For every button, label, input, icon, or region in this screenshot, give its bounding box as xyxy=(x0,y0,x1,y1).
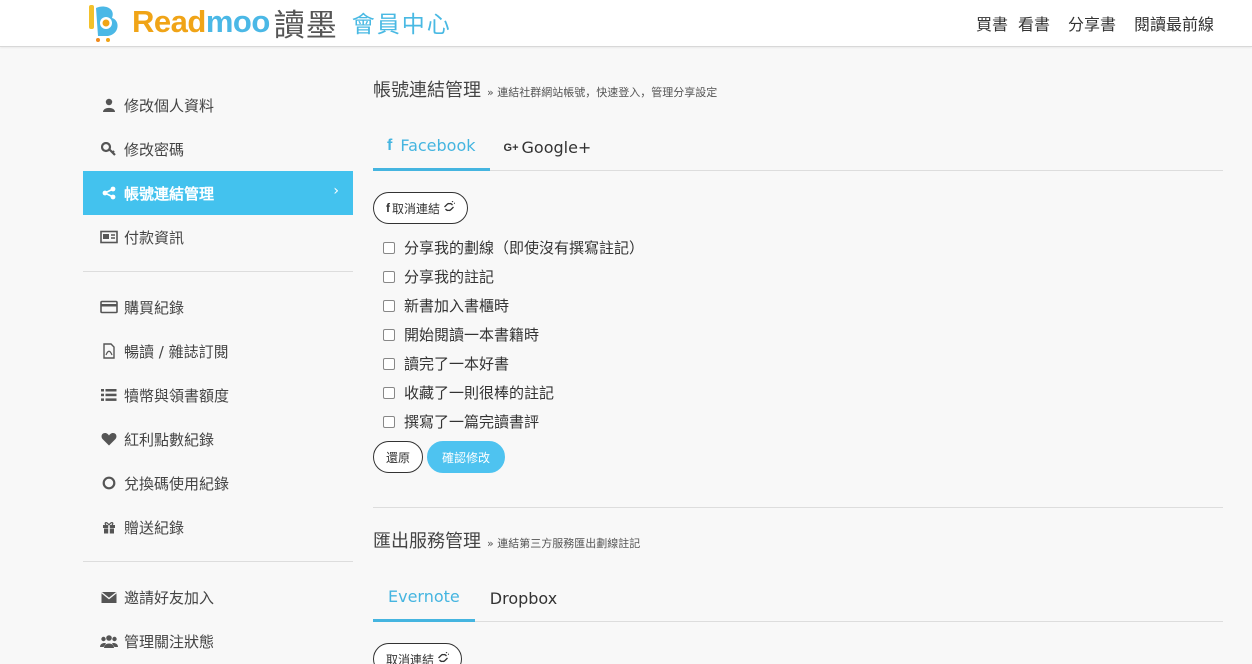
share-option: 分享我的劃線（即使沒有撰寫註記） xyxy=(373,233,1223,262)
users-icon xyxy=(100,633,118,649)
social-tabs: f Facebook G+ Google+ xyxy=(373,124,1223,171)
unlink-chain-icon xyxy=(437,651,450,664)
facebook-icon: f xyxy=(387,137,393,154)
sidebar-item-gift-history[interactable]: 贈送紀錄 xyxy=(83,505,353,549)
user-icon xyxy=(100,97,118,113)
sidebar-item-label: 贈送紀錄 xyxy=(124,518,185,537)
tab-dropbox[interactable]: Dropbox xyxy=(475,575,572,622)
card-icon xyxy=(100,229,118,245)
sidebar-item-password[interactable]: 修改密碼 xyxy=(83,127,353,171)
sidebar-divider xyxy=(83,271,353,272)
page-title: 帳號連結管理 xyxy=(373,80,481,101)
facebook-icon: f xyxy=(386,201,390,215)
form-actions: 還原 確認修改 xyxy=(373,441,1223,473)
readmoo-logo[interactable]: Readmoo 讀墨 會員中心 xyxy=(86,2,452,44)
page-subtitle: » 連結社群網站帳號，快速登入，管理分享設定 xyxy=(487,86,718,99)
sidebar-item-profile[interactable]: 修改個人資料 xyxy=(83,83,353,127)
share-option-checkbox[interactable] xyxy=(383,386,395,399)
heart-icon xyxy=(100,431,118,447)
sidebar-item-purchase-history[interactable]: 購買紀錄 xyxy=(83,285,353,329)
share-option: 分享我的註記 xyxy=(373,262,1223,291)
export-tabs: Evernote Dropbox xyxy=(373,575,1223,622)
share-option-checkbox[interactable] xyxy=(383,299,395,312)
section-divider xyxy=(373,507,1223,508)
confirm-button[interactable]: 確認修改 xyxy=(427,441,506,473)
sidebar-item-label: 管理關注狀態 xyxy=(124,632,215,651)
gift-icon xyxy=(100,519,118,535)
document-icon xyxy=(100,343,118,359)
share-icon xyxy=(100,185,118,201)
sidebar-divider xyxy=(83,561,353,562)
share-option: 新書加入書櫃時 xyxy=(373,291,1223,320)
sidebar-item-subscriptions[interactable]: 暢讀 / 雜誌訂閱 xyxy=(83,329,353,373)
credit-card-icon xyxy=(100,299,118,315)
google-plus-icon: G+ xyxy=(503,141,519,154)
share-option-checkbox[interactable] xyxy=(383,415,395,428)
nav-share-books[interactable]: 分享書 xyxy=(1068,11,1116,35)
nav-read-books[interactable]: 看書 xyxy=(1018,11,1050,35)
sidebar-item-redeem-codes[interactable]: 兌換碼使用紀錄 xyxy=(83,461,353,505)
facebook-unlink-button[interactable]: f 取消連結 xyxy=(373,192,469,224)
account-link-section-title: 帳號連結管理 » 連結社群網站帳號，快速登入，管理分享設定 xyxy=(373,76,1223,102)
logo-mark-icon xyxy=(86,2,130,42)
sidebar-item-account-link[interactable]: 帳號連結管理 › xyxy=(83,171,353,215)
share-option-checkbox[interactable] xyxy=(383,270,395,283)
sidebar-item-bonus-points[interactable]: 紅利點數紀錄 xyxy=(83,417,353,461)
export-service-section-title: 匯出服務管理 » 連結第三方服務匯出劃線註記 xyxy=(373,527,1223,553)
sidebar-item-label: 邀請好友加入 xyxy=(124,588,215,607)
sidebar-item-coins-quota[interactable]: 犢幣與領書額度 xyxy=(83,373,353,417)
sidebar-item-label: 修改密碼 xyxy=(124,140,185,159)
envelope-icon xyxy=(100,589,118,605)
nav-buy-books[interactable]: 買書 xyxy=(976,11,1008,35)
sidebar-item-payment[interactable]: 付款資訊 xyxy=(83,215,353,259)
top-nav: 買書 看書 分享書 閱讀最前線 xyxy=(966,11,1214,35)
sidebar-item-invite-friends[interactable]: 邀請好友加入 xyxy=(83,575,353,619)
sidebar-item-label: 犢幣與領書額度 xyxy=(124,386,230,405)
brand-chinese-name: 讀墨 xyxy=(273,7,338,44)
sidebar-item-follow-status[interactable]: 管理關注狀態 xyxy=(83,619,353,663)
tab-facebook[interactable]: f Facebook xyxy=(373,124,490,171)
share-options-list: 分享我的劃線（即使沒有撰寫註記） 分享我的註記 新書加入書櫃時 開始閱讀一本書籍… xyxy=(373,233,1223,436)
sidebar-item-label: 帳號連結管理 xyxy=(124,184,215,203)
sidebar-item-label: 付款資訊 xyxy=(124,228,185,247)
evernote-unlink-button[interactable]: 取消連結 xyxy=(373,643,463,664)
share-option-checkbox[interactable] xyxy=(383,241,395,254)
sidebar: 修改個人資料 修改密碼 帳號連結管理 › 付款資訊 購買紀錄 暢讀 / 雜誌訂閱 xyxy=(83,83,353,663)
section-subtitle: » 連結第三方服務匯出劃線註記 xyxy=(487,537,641,550)
share-option: 撰寫了一篇完讀書評 xyxy=(373,407,1223,436)
top-header: Readmoo 讀墨 會員中心 買書 看書 分享書 閱讀最前線 xyxy=(0,0,1252,47)
sidebar-item-label: 兌換碼使用紀錄 xyxy=(124,474,230,493)
main-content: 帳號連結管理 » 連結社群網站帳號，快速登入，管理分享設定 f Facebook… xyxy=(373,76,1223,664)
share-option: 開始閱讀一本書籍時 xyxy=(373,320,1223,349)
share-option: 收藏了一則很棒的註記 xyxy=(373,378,1223,407)
share-option: 讀完了一本好書 xyxy=(373,349,1223,378)
tab-google-plus[interactable]: G+ Google+ xyxy=(490,124,606,171)
share-option-checkbox[interactable] xyxy=(383,328,395,341)
unlink-chain-icon xyxy=(443,200,456,216)
sidebar-item-label: 暢讀 / 雜誌訂閱 xyxy=(124,342,229,361)
key-icon xyxy=(100,141,118,157)
nav-reading-frontline[interactable]: 閱讀最前線 xyxy=(1134,11,1214,35)
list-icon xyxy=(100,387,118,403)
chevron-right-icon: › xyxy=(333,183,339,199)
sidebar-item-label: 修改個人資料 xyxy=(124,96,215,115)
share-option-checkbox[interactable] xyxy=(383,357,395,370)
circle-icon xyxy=(100,475,118,491)
sidebar-item-label: 紅利點數紀錄 xyxy=(124,430,215,449)
member-center-label: 會員中心 xyxy=(351,12,452,38)
tab-evernote[interactable]: Evernote xyxy=(373,575,475,622)
revert-button[interactable]: 還原 xyxy=(373,441,424,473)
section-title: 匯出服務管理 xyxy=(373,531,481,552)
sidebar-item-label: 購買紀錄 xyxy=(124,298,185,317)
brand-name: Readmoo xyxy=(132,4,270,39)
